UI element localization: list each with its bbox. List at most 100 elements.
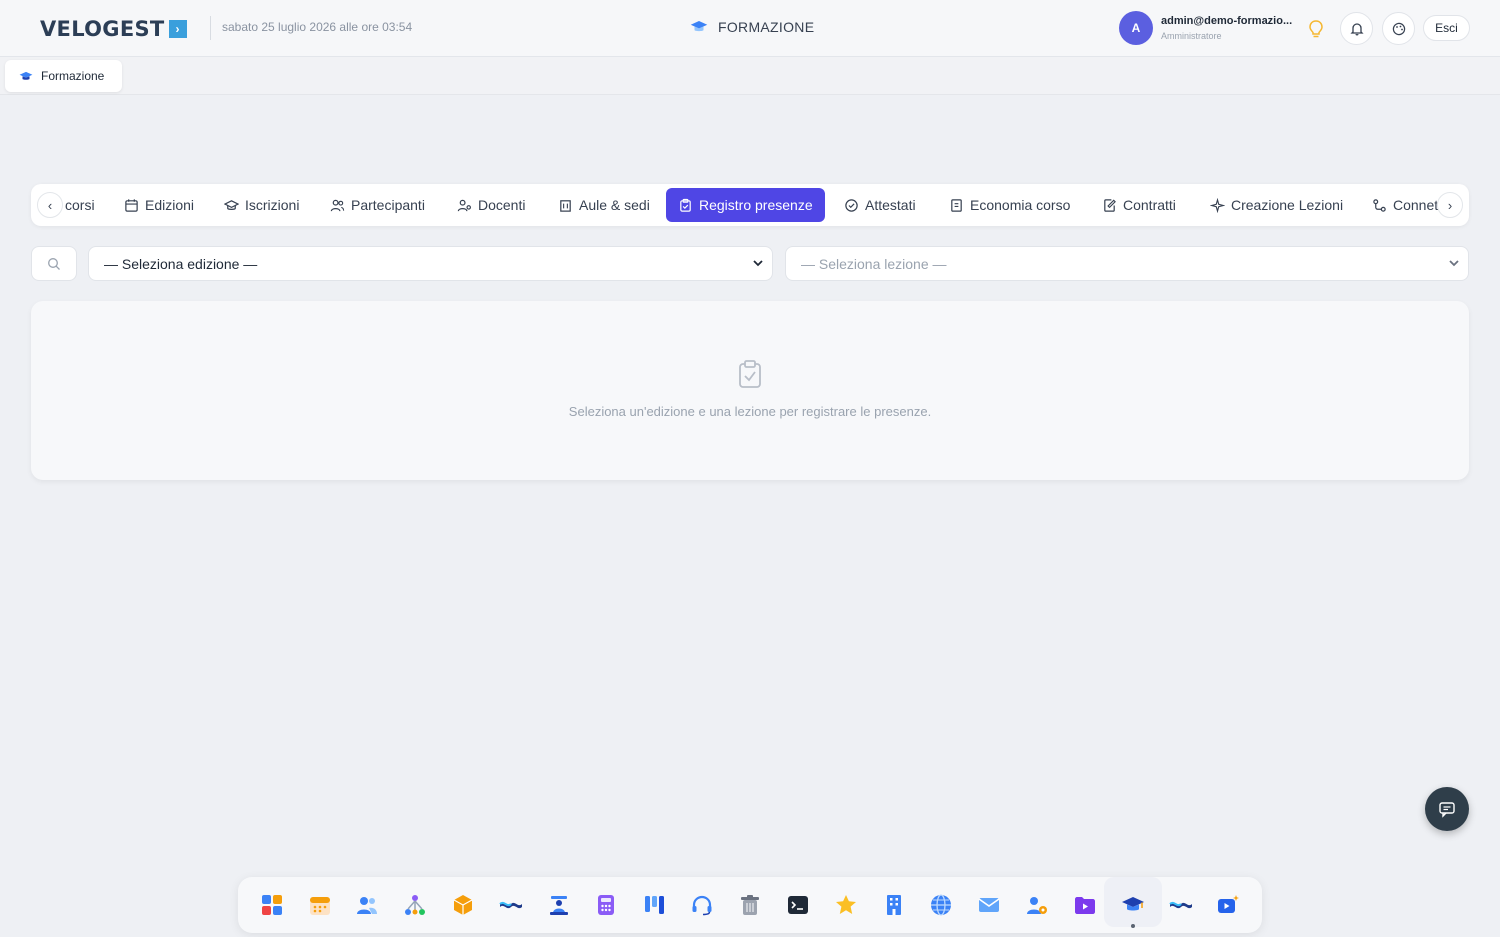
notifications-button[interactable] [1340, 12, 1373, 45]
graduation-cap-icon [690, 21, 708, 32]
clipboard-check-icon [739, 360, 761, 388]
dock-app-wave-2[interactable] [1167, 891, 1195, 919]
tab-label: Iscrizioni [245, 197, 300, 213]
dock-app-globe[interactable] [927, 891, 955, 919]
app-dock [238, 877, 1262, 933]
globe-icon [931, 894, 951, 916]
chat-button[interactable] [1425, 787, 1469, 831]
avatar[interactable]: A [1119, 11, 1153, 45]
header-date: sabato 25 luglio 2026 alle ore 03:54 [222, 20, 413, 34]
chevron-down-icon [1449, 260, 1459, 267]
dock-app-reception[interactable] [545, 891, 573, 919]
tab-label: Aule & sedi [579, 197, 650, 213]
network-icon [405, 895, 425, 915]
tab-attestati[interactable]: Attestati [832, 188, 928, 222]
dock-app-office-building[interactable] [880, 891, 908, 919]
dock-active-indicator [1131, 924, 1135, 928]
tab-partecipanti[interactable]: Partecipanti [318, 188, 437, 222]
lightbulb-icon[interactable] [1307, 19, 1325, 39]
calendar-icon [310, 897, 330, 915]
graduation-cap-icon [224, 199, 239, 210]
tab-aule-sedi[interactable]: Aule & sedi [546, 188, 662, 222]
dock-app-star[interactable] [832, 891, 860, 919]
user-name[interactable]: admin@demo-formazio... [1161, 15, 1292, 27]
tab-label: Registro presenze [699, 197, 813, 213]
dock-app-user-settings[interactable] [1023, 891, 1051, 919]
user-settings-icon [1027, 897, 1047, 914]
tab-edizioni[interactable]: Edizioni [112, 188, 206, 222]
receipt-icon [951, 198, 962, 212]
lesson-select[interactable]: — Seleziona lezione — [785, 246, 1469, 281]
wave-icon [1169, 901, 1192, 909]
dock-app-graduation-cap[interactable] [1119, 891, 1147, 919]
calculator-icon [598, 895, 614, 915]
search-button[interactable] [31, 246, 77, 281]
lesson-select-value: — Seleziona lezione — [801, 255, 947, 272]
dock-app-video-spark[interactable] [1214, 891, 1242, 919]
edition-select[interactable]: — Seleziona edizione — [88, 246, 773, 281]
dock-app-trash[interactable] [736, 891, 764, 919]
tab-registro-presenze[interactable]: Registro presenze [666, 188, 825, 222]
dock-app-terminal[interactable] [784, 891, 812, 919]
tab-label: corsi [65, 197, 95, 213]
dock-app-video-folder[interactable] [1071, 891, 1099, 919]
dock-app-mail[interactable] [975, 891, 1003, 919]
dock-app-calendar[interactable] [306, 891, 334, 919]
dock-app-calculator[interactable] [592, 891, 620, 919]
brand-mark-icon: › [168, 20, 187, 38]
theme-button[interactable] [1382, 12, 1415, 45]
attendance-empty-card: Seleziona un'edizione e una lezione per … [31, 301, 1469, 480]
bell-icon [1349, 22, 1364, 35]
dock-app-kanban[interactable] [640, 891, 668, 919]
top-header: VELOGEST › sabato 25 luglio 2026 alle or… [0, 0, 1500, 57]
chat-icon [1439, 802, 1455, 818]
module-tab-bar: corsi Edizioni Iscrizioni Partecipanti Docen… [31, 184, 1469, 226]
connections-icon [1373, 198, 1386, 212]
dock-app-wave[interactable] [497, 891, 525, 919]
mail-icon [978, 898, 1000, 912]
empty-state-message: Seleziona un'edizione e una lezione per … [568, 404, 932, 419]
open-tabs-strip [0, 57, 1500, 95]
tab-contratti[interactable]: Contratti [1090, 188, 1188, 222]
clipboard-check-icon [680, 198, 691, 212]
dock-app-users[interactable] [353, 891, 381, 919]
badge-check-icon [845, 198, 858, 212]
tab-label: Economia corso [970, 197, 1071, 213]
breadcrumb-tab-formazione[interactable]: Formazione [5, 60, 122, 92]
breadcrumb-label: Formazione [41, 69, 105, 83]
office-building-icon [887, 895, 901, 915]
dock-app-package[interactable] [449, 891, 477, 919]
dock-app-headset[interactable] [688, 891, 716, 919]
tab-label: Partecipanti [351, 197, 425, 213]
dashboard-icon [262, 895, 282, 915]
tab-label: Creazione Lezioni [1231, 197, 1344, 213]
wave-icon [499, 901, 522, 909]
kanban-icon [645, 896, 664, 914]
tab-creazione-lezioni[interactable]: Creazione Lezioni [1198, 188, 1355, 222]
dock-app-network[interactable] [401, 891, 429, 919]
chevron-down-icon [753, 260, 763, 267]
logout-button[interactable]: Esci [1423, 15, 1470, 41]
graduation-cap-icon [19, 71, 33, 80]
tab-economia-corso[interactable]: Economia corso [937, 188, 1082, 222]
tab-label: Docenti [478, 197, 526, 213]
brand-logo[interactable]: VELOGEST › [40, 17, 187, 41]
tab-label: Attestati [865, 197, 916, 213]
sparkles-icon [1210, 197, 1225, 213]
brand-name: VELOGEST [40, 17, 165, 41]
search-icon [48, 257, 60, 270]
tabs-scroll-right-button[interactable]: › [1437, 192, 1463, 218]
reception-icon [550, 896, 568, 915]
graduation-cap-icon [1122, 897, 1144, 911]
tab-label: Edizioni [145, 197, 195, 213]
tab-docenti[interactable]: Docenti [445, 188, 537, 222]
dock-app-dashboard[interactable] [258, 891, 286, 919]
tabs-scroll-left-button[interactable]: ‹ [37, 192, 63, 218]
star-icon [836, 895, 856, 914]
header-divider [210, 16, 211, 40]
tab-label: Contratti [1123, 197, 1176, 213]
calendar-icon [125, 198, 138, 212]
tab-iscrizioni[interactable]: Iscrizioni [212, 188, 311, 222]
building-icon [560, 199, 571, 212]
trash-icon [741, 895, 759, 915]
